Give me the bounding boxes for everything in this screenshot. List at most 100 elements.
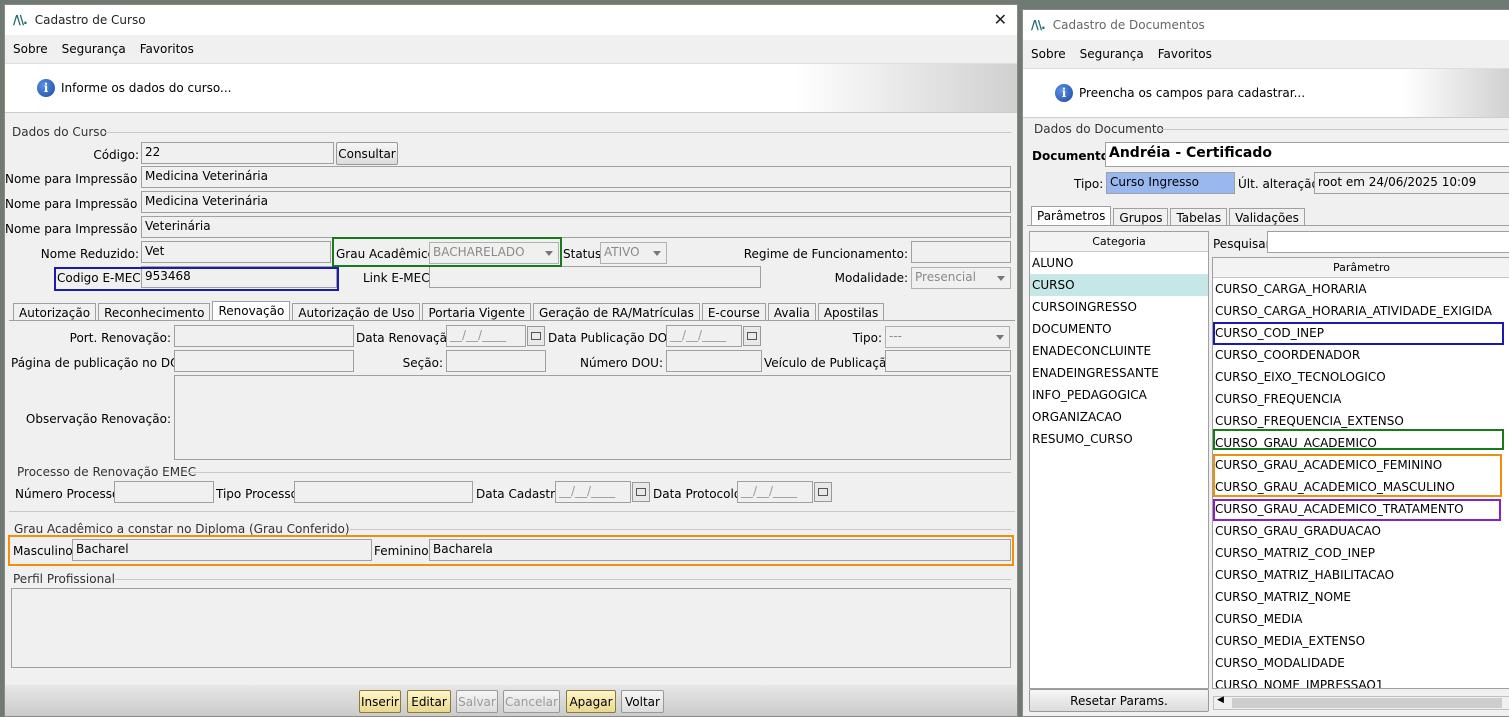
tipo-label: Tipo:	[1074, 177, 1104, 191]
parametro-item[interactable]: CURSO_MODALIDADE	[1213, 652, 1509, 674]
regime-label: Regime de Funcionamento:	[743, 247, 908, 261]
status-select[interactable]: ATIVO	[600, 242, 667, 264]
categoria-item[interactable]: ENADECONCLUINTE	[1030, 340, 1208, 362]
consultar-button[interactable]: Consultar	[336, 142, 398, 165]
tab-grupos[interactable]: Grupos	[1113, 208, 1169, 226]
secao-input[interactable]	[446, 350, 546, 372]
menu-sobre[interactable]: Sobre	[1031, 47, 1066, 61]
parametro-item[interactable]: CURSO_MEDIA	[1213, 608, 1509, 630]
categoria-item[interactable]: DOCUMENTO	[1030, 318, 1208, 340]
data-cadastro-input[interactable]: __/__/____	[555, 481, 631, 503]
nome1-label: Nome para Impressão 1:	[5, 172, 153, 186]
tab-apostilas[interactable]: Apostilas	[817, 303, 885, 321]
tab-ecourse[interactable]: E-course	[701, 303, 766, 321]
categoria-item[interactable]: ALUNO	[1030, 252, 1208, 274]
tipo-select[interactable]: ---	[885, 326, 1010, 348]
codigo-input[interactable]: 22	[141, 142, 334, 164]
parametro-item[interactable]: CURSO_COORDENADOR	[1213, 344, 1509, 366]
tab-validacoes[interactable]: Validações	[1229, 208, 1305, 226]
calendar-icon[interactable]	[632, 482, 650, 502]
app-logo-icon: /\\.	[1031, 18, 1046, 32]
tipo-processo-label: Tipo Processo:	[216, 487, 302, 501]
tipo-processo-input[interactable]	[294, 481, 473, 503]
modalidade-select[interactable]: Presencial	[911, 267, 1011, 289]
data-protocolo-input[interactable]: __/__/____	[737, 481, 813, 503]
parametro-item[interactable]: CURSO_EIXO_TECNOLOGICO	[1213, 366, 1509, 388]
parametro-item[interactable]: CURSO_MATRIZ_HABILITACAO	[1213, 564, 1509, 586]
port-renovacao-input[interactable]	[174, 325, 354, 347]
inserir-button[interactable]: Inserir	[359, 690, 401, 713]
numero-processo-input[interactable]	[114, 481, 214, 503]
categoria-item[interactable]: RESUMO_CURSO	[1030, 428, 1208, 450]
parametro-item[interactable]: CURSO_NOME_IMPRESSAO1	[1213, 674, 1509, 688]
parametro-item[interactable]: CURSO_MEDIA_EXTENSO	[1213, 630, 1509, 652]
observacao-textarea[interactable]	[174, 375, 1011, 460]
apagar-button[interactable]: Apagar	[566, 690, 616, 713]
tab-autorizacao[interactable]: Autorização	[13, 303, 97, 321]
pesquisar-input[interactable]	[1267, 231, 1509, 253]
perfil-textarea[interactable]	[11, 588, 1011, 668]
pesquisar-label: Pesquisar:	[1213, 237, 1275, 251]
calendar-icon[interactable]	[743, 326, 761, 346]
tab-reconhecimento[interactable]: Reconhecimento	[98, 303, 211, 321]
tab-geracao-ra[interactable]: Geração de RA/Matrículas	[533, 303, 700, 321]
categoria-item[interactable]: ENADEINGRESSANTE	[1030, 362, 1208, 384]
nome-reduzido-input[interactable]: Vet	[141, 241, 331, 263]
calendar-icon[interactable]	[814, 482, 832, 502]
parametro-item[interactable]: CURSO_CARGA_HORARIA_ATIVIDADE_EXIGIDA	[1213, 300, 1509, 322]
title-bar: /\\. Cadastro de Curso ✕	[5, 5, 1017, 35]
parametro-item[interactable]: CURSO_CARGA_HORARIA	[1213, 278, 1509, 300]
veiculo-input[interactable]	[885, 350, 1011, 372]
tab-avalia[interactable]: Avalia	[767, 303, 816, 321]
scroll-thumb[interactable]	[1232, 698, 1502, 708]
parametro-item[interactable]: CURSO_MATRIZ_COD_INEP	[1213, 542, 1509, 564]
menu-favoritos[interactable]: Favoritos	[1158, 47, 1212, 61]
menu-sobre[interactable]: Sobre	[13, 42, 48, 56]
horizontal-scrollbar[interactable]: ◀	[1213, 695, 1509, 710]
tab-portaria-vigente[interactable]: Portaria Vigente	[422, 303, 531, 321]
calendar-icon[interactable]	[527, 326, 545, 346]
nome1-input[interactable]: Medicina Veterinária	[141, 166, 1011, 188]
documento-input[interactable]: Andréia - Certificado	[1105, 142, 1509, 167]
menu-favoritos[interactable]: Favoritos	[140, 42, 194, 56]
bottom-toolbar: Inserir Editar Salvar Cancelar Apagar Vo…	[5, 685, 1017, 716]
editar-button[interactable]: Editar	[407, 690, 451, 713]
nome-reduzido-label: Nome Reduzido:	[40, 247, 139, 261]
close-icon[interactable]: ✕	[994, 10, 1007, 29]
resetar-params-button[interactable]: Resetar Params.	[1029, 689, 1209, 712]
cancelar-button[interactable]: Cancelar	[503, 690, 560, 713]
doc-tabs: Parâmetros Grupos Tabelas Validações	[1031, 206, 1307, 226]
menu-seguranca[interactable]: Segurança	[62, 42, 126, 56]
regime-input[interactable]	[911, 241, 1011, 263]
parametro-item[interactable]: CURSO_FREQUENCIA	[1213, 388, 1509, 410]
cadastro-curso-window: /\\. Cadastro de Curso ✕ Sobre Segurança…	[4, 4, 1018, 717]
highlight-codigo-emec	[54, 267, 339, 291]
menu-bar: Sobre Segurança Favoritos	[1023, 40, 1509, 68]
numero-dou-input[interactable]	[666, 350, 762, 372]
highlight-grau-fem-masc	[1213, 454, 1502, 497]
modalidade-label: Modalidade:	[834, 271, 908, 285]
categoria-item[interactable]: ORGANIZACAO	[1030, 406, 1208, 428]
port-renovacao-label: Port. Renovação:	[69, 331, 171, 345]
categoria-item[interactable]: CURSO	[1030, 274, 1208, 296]
pagina-dou-input[interactable]	[174, 350, 354, 372]
data-publicacao-input[interactable]: __/__/____	[666, 325, 742, 347]
scroll-left-icon[interactable]: ◀	[1217, 695, 1224, 705]
link-emec-input[interactable]	[429, 266, 761, 288]
salvar-button[interactable]: Salvar	[456, 690, 498, 713]
categoria-item[interactable]: CURSOINGRESSO	[1030, 296, 1208, 318]
nome3-input[interactable]: Veterinária	[141, 216, 1011, 238]
tab-parametros[interactable]: Parâmetros	[1031, 206, 1112, 226]
parametro-item[interactable]: CURSO_MATRIZ_NOME	[1213, 586, 1509, 608]
categoria-item[interactable]: INFO_PEDAGOGICA	[1030, 384, 1208, 406]
voltar-button[interactable]: Voltar	[621, 690, 664, 713]
tipo-input[interactable]: Curso Ingresso	[1106, 172, 1235, 194]
nome2-input[interactable]: Medicina Veterinária	[141, 191, 1011, 213]
parametro-item[interactable]: CURSO_GRAU_GRADUACAO	[1213, 520, 1509, 542]
menu-seguranca[interactable]: Segurança	[1080, 47, 1144, 61]
data-renovacao-input[interactable]: __/__/____	[446, 325, 526, 347]
tab-renovacao[interactable]: Renovação	[212, 301, 291, 321]
tab-autorizacao-uso[interactable]: Autorização de Uso	[292, 303, 421, 321]
highlight-cod-inep	[1213, 322, 1504, 345]
tab-tabelas[interactable]: Tabelas	[1170, 208, 1228, 226]
